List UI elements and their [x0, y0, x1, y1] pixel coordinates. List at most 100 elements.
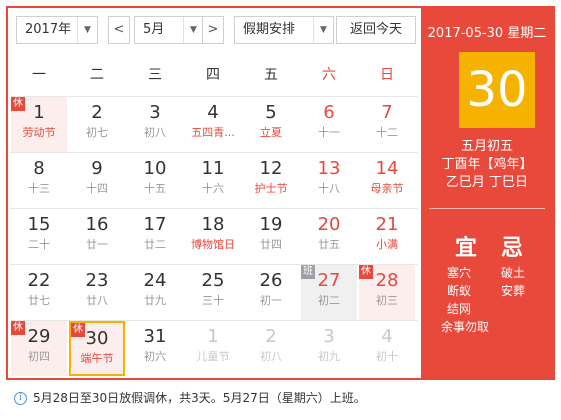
holiday-badge: 休 — [359, 265, 373, 279]
year-select[interactable]: 2017年 ▼ — [16, 16, 98, 44]
day-number: 3 — [149, 102, 161, 123]
calendar-day-cell[interactable]: 7 十二 — [359, 97, 415, 152]
calendar-day-cell[interactable]: 26 初一 — [243, 265, 299, 320]
day-number: 11 — [201, 158, 225, 179]
calendar-day-cell[interactable]: 班 27 初二 — [301, 265, 357, 320]
calendar-day-cell[interactable]: 20 廿五 — [301, 209, 357, 264]
yi-item: 塞穴 — [447, 266, 472, 280]
calendar-day-cell[interactable]: 22 廿七 — [11, 265, 67, 320]
lunar-or-festival-label: 立夏 — [260, 126, 282, 139]
day-number: 2 — [265, 326, 277, 347]
calendar-day-cell[interactable]: 4 五四青... — [185, 97, 241, 152]
calendar-day-cell[interactable]: 21 小满 — [359, 209, 415, 264]
calendar-day-cell[interactable]: 5 立夏 — [243, 97, 299, 152]
lunar-or-festival-label: 端午节 — [80, 352, 114, 365]
calendar-week-row: 8 十三 9 十四 10 十五 11 十六 12 护士节 13 十八 14 母亲节 — [10, 152, 418, 208]
weekday-header: 一二三四五六日 — [10, 58, 418, 92]
lunar-or-festival-label: 廿二 — [144, 238, 166, 251]
calendar-day-cell[interactable]: 23 廿八 — [69, 265, 125, 320]
lunar-or-festival-label: 廿四 — [260, 238, 282, 251]
prev-month-button[interactable]: < — [108, 16, 130, 44]
day-number: 2 — [91, 102, 103, 123]
lunar-or-festival-label: 廿七 — [28, 294, 50, 307]
day-number: 22 — [27, 270, 51, 291]
calendar-day-cell[interactable]: 16 廿一 — [69, 209, 125, 264]
lunar-or-festival-label: 十六 — [202, 182, 224, 195]
day-number: 25 — [201, 270, 225, 291]
lunar-or-festival-label: 三十 — [202, 294, 224, 307]
calendar-day-cell[interactable]: 14 母亲节 — [359, 153, 415, 208]
lunar-or-festival-label: 廿八 — [86, 294, 108, 307]
ji-item: 安葬 — [501, 284, 526, 298]
day-number: 5 — [265, 102, 277, 123]
lunar-or-festival-label: 小满 — [376, 238, 398, 251]
calendar-day-cell[interactable]: 9 十四 — [69, 153, 125, 208]
lunar-or-festival-label: 十八 — [318, 182, 340, 195]
calendar-day-cell[interactable]: 休 29 初四 — [11, 321, 67, 376]
lunar-or-festival-label: 初二 — [318, 294, 340, 307]
lunar-or-festival-label: 廿九 — [144, 294, 166, 307]
calendar-main: 2017年 ▼ < 5月 ▼ > 假期安排 ▼ 返回今天 一二三四五六日 休1劳… — [8, 8, 421, 378]
yi-item: 结网 — [447, 302, 472, 316]
weekday-label: 四 — [206, 67, 220, 83]
day-number: 7 — [381, 102, 393, 123]
weekday-label: 日 — [380, 67, 394, 83]
info-icon: i — [14, 392, 27, 405]
lunar-or-festival-label: 初九 — [318, 350, 340, 363]
calendar-day-cell[interactable]: 2 初八 — [243, 321, 299, 376]
calendar-day-cell[interactable]: 18 博物馆日 — [185, 209, 241, 264]
yi-title: 宜 — [455, 236, 478, 261]
calendar-day-cell[interactable]: 25 三十 — [185, 265, 241, 320]
day-number: 10 — [143, 158, 167, 179]
weekday-label: 一 — [32, 67, 46, 83]
lunar-or-festival-label: 母亲节 — [370, 182, 404, 195]
calendar-day-cell[interactable]: 13 十八 — [301, 153, 357, 208]
holiday-select[interactable]: 假期安排 ▼ — [234, 16, 334, 44]
month-select[interactable]: 5月 ▼ — [134, 16, 204, 44]
lunar-or-festival-label: 初一 — [260, 294, 282, 307]
calendar-day-cell[interactable]: 3 初八 — [127, 97, 183, 152]
day-number: 9 — [91, 158, 103, 179]
holiday-badge: 休 — [11, 97, 25, 111]
lunar-or-festival-label: 劳动节 — [22, 126, 56, 139]
day-number: 31 — [143, 326, 167, 347]
calendar-day-cell[interactable]: 8 十三 — [11, 153, 67, 208]
calendar-day-cell[interactable]: 休 30 端午节 — [69, 321, 125, 376]
divider — [429, 208, 545, 209]
lunar-or-festival-label: 二十 — [28, 238, 50, 251]
calendar-day-cell[interactable]: 17 廿二 — [127, 209, 183, 264]
lunar-or-festival-label: 十一 — [318, 126, 340, 139]
calendar-day-cell[interactable]: 6 十一 — [301, 97, 357, 152]
day-number: 23 — [85, 270, 109, 291]
holiday-badge: 休 — [71, 323, 85, 337]
day-number: 4 — [381, 326, 393, 347]
lunar-or-festival-label: 初六 — [144, 350, 166, 363]
calendar-day-cell[interactable]: 4 初十 — [359, 321, 415, 376]
calendar-day-cell[interactable]: 11 十六 — [185, 153, 241, 208]
calendar-day-cell[interactable]: 10 十五 — [127, 153, 183, 208]
calendar-day-cell[interactable]: 31 初六 — [127, 321, 183, 376]
day-number: 17 — [143, 214, 167, 235]
chevron-down-icon: ▼ — [313, 17, 333, 43]
lunar-month-day: 五月初五 — [460, 139, 513, 154]
month-value: 5月 — [143, 22, 165, 37]
day-number: 6 — [323, 102, 335, 123]
ji-item: 破土 — [501, 266, 526, 280]
day-number: 26 — [259, 270, 283, 291]
lunar-or-festival-label: 儿童节 — [196, 350, 230, 363]
back-to-today-button[interactable]: 返回今天 — [336, 16, 416, 44]
calendar-day-cell[interactable]: 19 廿四 — [243, 209, 299, 264]
calendar-day-cell[interactable]: 休 1 劳动节 — [11, 97, 67, 152]
lunar-or-festival-label: 十三 — [28, 182, 50, 195]
calendar-day-cell[interactable]: 12 护士节 — [243, 153, 299, 208]
calendar-week-row: 休 1 劳动节 2 初七 3 初八 4 五四青... 5 立夏 6 十一 7 十二 — [10, 96, 418, 152]
weekday-label: 五 — [264, 67, 278, 83]
next-month-button[interactable]: > — [202, 16, 224, 44]
calendar-day-cell[interactable]: 1 儿童节 — [185, 321, 241, 376]
calendar-day-cell[interactable]: 休 28 初三 — [359, 265, 415, 320]
calendar-day-cell[interactable]: 15 二十 — [11, 209, 67, 264]
calendar-day-cell[interactable]: 3 初九 — [301, 321, 357, 376]
calendar-day-cell[interactable]: 24 廿九 — [127, 265, 183, 320]
lunar-or-festival-label: 十五 — [144, 182, 166, 195]
calendar-day-cell[interactable]: 2 初七 — [69, 97, 125, 152]
